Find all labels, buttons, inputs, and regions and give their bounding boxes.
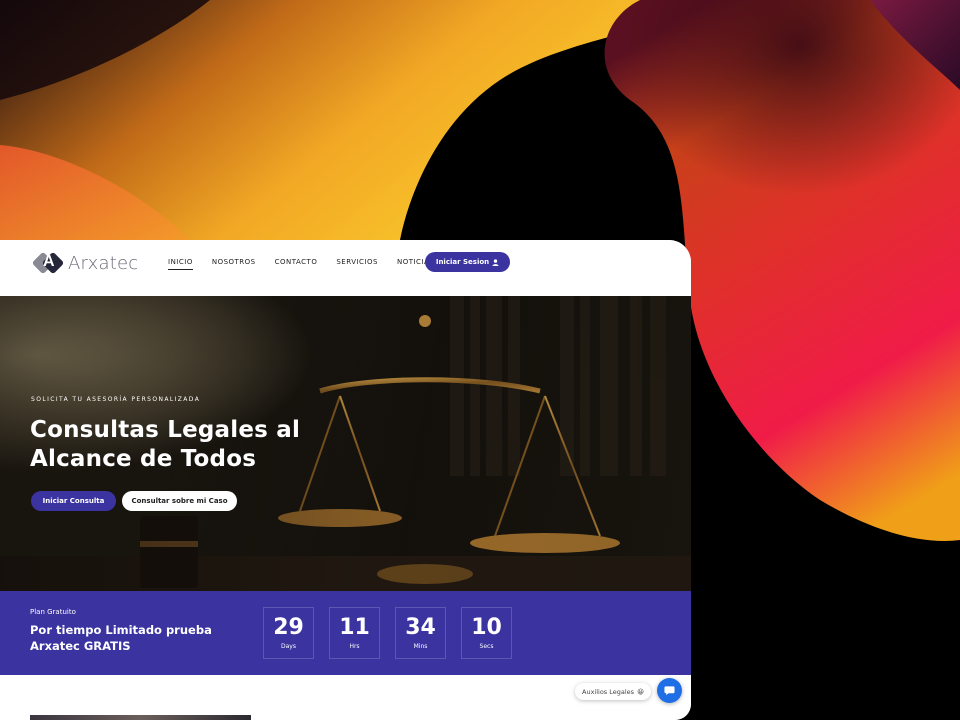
logo-mark-icon: A: [31, 251, 65, 275]
top-navbar: A Arxatec INICIO NOSOTROS CONTACTO SERVI…: [0, 240, 691, 296]
countdown-value: 29: [273, 615, 304, 640]
chat-greeting-bubble[interactable]: Auxilios Legales 😀: [575, 683, 651, 700]
nav-item-servicios[interactable]: SERVICIOS: [336, 258, 378, 270]
start-consultation-button[interactable]: Iniciar Consulta: [31, 491, 116, 511]
hero-eyebrow: SOLICITA TU ASESORÍA PERSONALIZADA: [31, 396, 201, 403]
countdown-value: 34: [405, 615, 436, 640]
brand-name: Arxatec: [68, 252, 139, 274]
brand-logo[interactable]: A Arxatec: [31, 249, 139, 277]
countdown-hours: 11 Hrs: [329, 607, 380, 659]
nav-item-contacto[interactable]: CONTACTO: [275, 258, 318, 270]
countdown-timer: 29 Days 11 Hrs 34 Mins 10 Secs: [263, 607, 512, 659]
nav-item-inicio[interactable]: INICIO: [168, 258, 193, 270]
countdown-value: 11: [339, 615, 370, 640]
countdown-unit: Hrs: [349, 643, 360, 650]
main-menu: INICIO NOSOTROS CONTACTO SERVICIOS NOTIC…: [168, 258, 453, 270]
countdown-minutes: 34 Mins: [395, 607, 446, 659]
countdown-value: 10: [471, 615, 502, 640]
countdown-unit: Days: [281, 643, 296, 650]
login-button-label: Iniciar Sesion: [435, 258, 490, 266]
promo-plan-label: Plan Gratuito: [30, 608, 76, 616]
countdown-unit: Mins: [413, 643, 428, 650]
login-button[interactable]: Iniciar Sesion: [425, 252, 510, 272]
section-image-preview: [30, 715, 251, 720]
nav-item-nosotros[interactable]: NOSOTROS: [212, 258, 256, 270]
countdown-days: 29 Days: [263, 607, 314, 659]
consult-case-button[interactable]: Consultar sobre mi Caso: [122, 491, 237, 511]
hero-title: Consultas Legales al Alcance de Todos: [30, 417, 301, 472]
promo-title: Por tiempo Limitado prueba Arxatec GRATI…: [30, 623, 212, 653]
smile-emoji-icon: 😀: [637, 687, 644, 696]
countdown-seconds: 10 Secs: [461, 607, 512, 659]
hero-section: SOLICITA TU ASESORÍA PERSONALIZADA Consu…: [0, 296, 691, 591]
promo-banner: Plan Gratuito Por tiempo Limitado prueba…: [0, 591, 691, 675]
next-section-preview: Auxilios Legales 😀: [0, 675, 691, 720]
chat-label: Auxilios Legales: [582, 687, 635, 696]
chat-bubble-icon: [664, 686, 675, 696]
website-window: A Arxatec INICIO NOSOTROS CONTACTO SERVI…: [0, 240, 691, 720]
user-icon: [492, 258, 499, 266]
countdown-unit: Secs: [479, 643, 494, 650]
chat-open-button[interactable]: [657, 678, 682, 703]
